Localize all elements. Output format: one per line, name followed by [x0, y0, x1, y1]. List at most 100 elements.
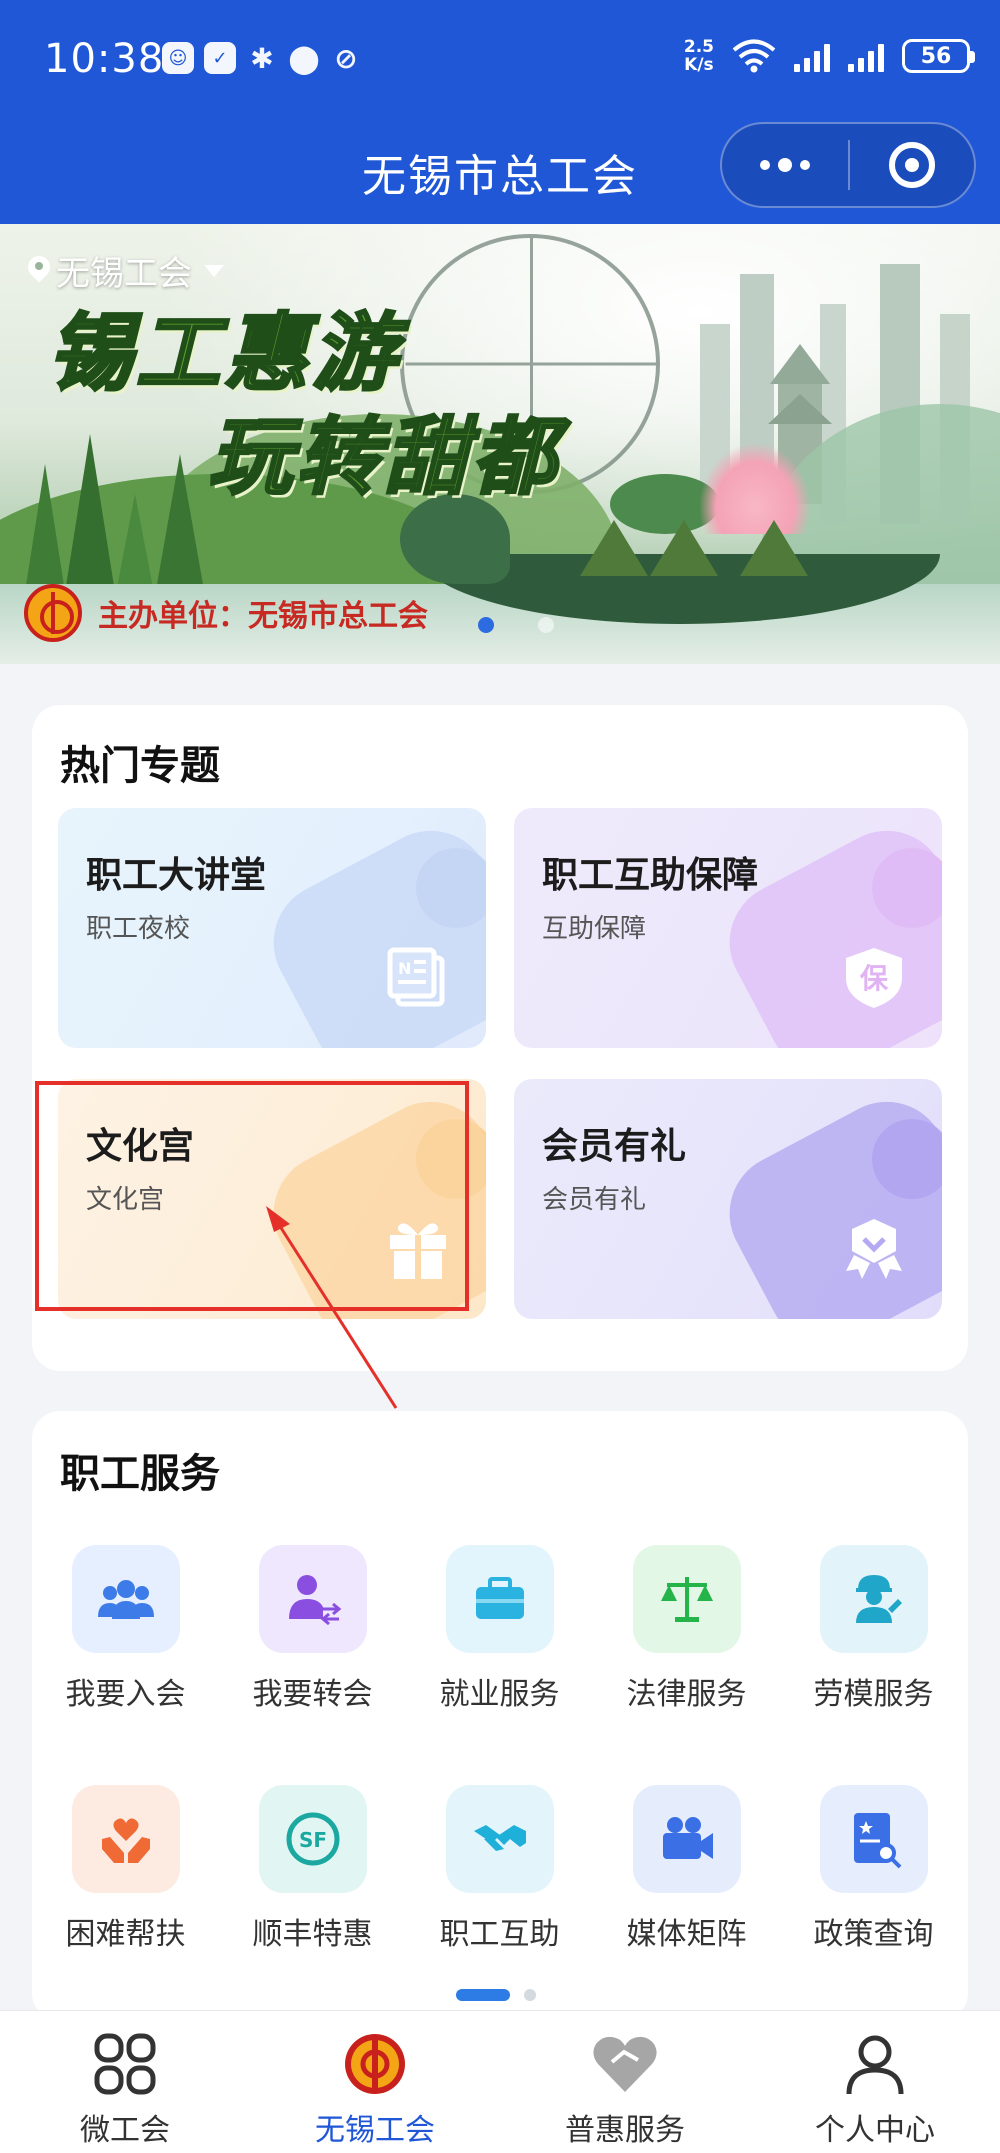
close-miniprogram-button[interactable] [850, 124, 974, 206]
location-icon: ⬤ [288, 41, 320, 75]
signal-2-icon [848, 40, 884, 72]
topic-title: 职工大讲堂 [86, 855, 267, 896]
service-sf-discount[interactable]: SF 顺丰特惠 [219, 1785, 406, 1953]
section-title-hot-topics: 热门专题 [60, 743, 220, 789]
sf-logo-icon: SF [258, 1785, 367, 1893]
scales-icon [632, 1545, 741, 1653]
service-policy-lookup[interactable]: 政策查询 [780, 1785, 967, 1953]
service-media-matrix[interactable]: 媒体矩阵 [593, 1785, 780, 1953]
banner-headline-1: 锡工惠游 [46, 302, 401, 404]
svg-text:保: 保 [860, 962, 889, 995]
worker-icon [819, 1545, 928, 1653]
hot-topics-card: 热门专题 职工大讲堂 职工夜校 N 职工互助保障 互助保障 保 文化宫 文化宫 [32, 705, 968, 1371]
briefcase-icon [445, 1545, 554, 1653]
tab-benefit-services[interactable]: 普惠服务 [500, 2011, 750, 2153]
heart-hands-icon [71, 1785, 180, 1893]
tab-label: 个人中心 [815, 2113, 935, 2148]
app-header: 10:38 ☺ ✓ ✱ ⬤ ⊘ 2.5 K/s 56 无锡市总工会 [0, 0, 1000, 224]
signal-1-icon [794, 40, 830, 72]
page-dot[interactable] [524, 1989, 536, 2001]
person-icon [840, 2029, 910, 2099]
service-legal[interactable]: 法律服务 [593, 1545, 780, 1713]
service-label: 就业服务 [439, 1677, 560, 1712]
tab-personal-center[interactable]: 个人中心 [750, 2011, 1000, 2153]
service-label: 法律服务 [626, 1677, 747, 1712]
service-label: 媒体矩阵 [626, 1917, 747, 1952]
network-speed-unit: K/s [684, 55, 714, 75]
topic-title: 文化宫 [86, 1126, 195, 1167]
battery-icon: 56 [902, 39, 975, 73]
zongzi-illustration [740, 520, 808, 576]
tab-label: 普惠服务 [565, 2113, 685, 2148]
topic-title: 职工互助保障 [542, 855, 759, 896]
tab-wuxi-union[interactable]: 无锡工会 [250, 2011, 500, 2153]
grid-icon [90, 2029, 160, 2099]
video-camera-icon [632, 1785, 741, 1893]
tab-micro-union[interactable]: 微工会 [0, 2011, 250, 2153]
service-label: 我要转会 [252, 1677, 373, 1712]
zongzi-illustration [650, 520, 718, 576]
document-search-icon [819, 1785, 928, 1893]
promo-banner[interactable]: 无锡工会 锡工惠游 玩转甜都 主办单位：无锡市总工会 [0, 224, 1000, 664]
banner-headline-2: 玩转甜都 [206, 406, 561, 508]
topic-subtitle: 职工夜校 [86, 914, 191, 944]
shield-app-icon: ✓ [204, 42, 236, 74]
service-join-union[interactable]: 我要入会 [32, 1545, 219, 1713]
services-pagination [456, 1989, 536, 2001]
banner-dot[interactable] [538, 617, 554, 633]
banner-organizer: 主办单位：无锡市总工会 [24, 584, 428, 642]
worker-services-card: 职工服务 我要入会 我要转会 就业服务 法律服务 劳模服务 困难帮扶 SF 顺丰… [32, 1411, 968, 2021]
bluetooth-icon: ✱ [250, 41, 274, 75]
bell-muted-icon: ⊘ [334, 41, 358, 75]
zongzi-illustration [580, 520, 648, 576]
service-model-worker[interactable]: 劳模服务 [780, 1545, 967, 1713]
heart-icon [590, 2029, 660, 2099]
service-label: 困难帮扶 [65, 1917, 186, 1952]
shield-bao-icon: 保 [846, 948, 902, 1008]
chat-app-icon: ☺ [162, 42, 194, 74]
target-circle-icon [888, 142, 935, 188]
topic-subtitle: 互助保障 [542, 914, 647, 944]
more-options-button[interactable] [722, 124, 848, 206]
union-emblem-icon [24, 584, 82, 642]
topic-tile-mutual-aid[interactable]: 职工互助保障 互助保障 保 [514, 808, 942, 1048]
wifi-icon [732, 39, 776, 73]
banner-dot-active[interactable] [478, 617, 494, 633]
status-notification-icons: ☺ ✓ ✱ ⬤ ⊘ [162, 41, 362, 75]
service-employment[interactable]: 就业服务 [406, 1545, 593, 1713]
topic-tile-member-gifts[interactable]: 会员有礼 会员有礼 [514, 1079, 942, 1319]
svg-text:N: N [398, 959, 411, 978]
user-transfer-icon [258, 1545, 367, 1653]
miniprogram-capsule [720, 122, 976, 208]
service-transfer-union[interactable]: 我要转会 [219, 1545, 406, 1713]
service-label: 职工互助 [439, 1917, 560, 1952]
section-title-services: 职工服务 [60, 1451, 220, 1497]
service-label: 顺丰特惠 [252, 1917, 373, 1952]
map-pin-icon [28, 256, 50, 286]
page-dot-active[interactable] [456, 1989, 510, 2001]
status-time: 10:38 [44, 36, 165, 82]
status-system-icons: 2.5 K/s 56 [684, 38, 975, 74]
topic-tile-lecture-hall[interactable]: 职工大讲堂 职工夜校 N [58, 808, 486, 1048]
service-mutual-help[interactable]: 职工互助 [406, 1785, 593, 1953]
service-hardship-aid[interactable]: 困难帮扶 [32, 1785, 219, 1953]
network-speed-value: 2.5 [683, 37, 714, 57]
topic-title: 会员有礼 [542, 1126, 687, 1167]
tab-label: 无锡工会 [315, 2113, 435, 2148]
service-label: 政策查询 [813, 1917, 934, 1952]
service-label: 我要入会 [65, 1677, 186, 1712]
gift-icon [390, 1223, 446, 1279]
newspaper-icon: N [387, 947, 445, 1007]
svg-text:SF: SF [298, 1828, 326, 1852]
battery-level: 56 [920, 43, 952, 69]
status-bar: 10:38 ☺ ✓ ✱ ⬤ ⊘ 2.5 K/s 56 [0, 0, 1000, 120]
banner-pagination [478, 617, 554, 633]
people-group-icon [71, 1545, 180, 1653]
topic-subtitle: 文化宫 [86, 1185, 165, 1215]
organizer-label: 主办单位：无锡市总工会 [98, 599, 428, 634]
network-speed: 2.5 K/s [684, 38, 714, 74]
topic-subtitle: 会员有礼 [542, 1185, 647, 1215]
caret-down-icon [204, 264, 224, 277]
topic-tile-cultural-palace[interactable]: 文化宫 文化宫 [58, 1079, 486, 1319]
tab-label: 微工会 [80, 2113, 170, 2148]
